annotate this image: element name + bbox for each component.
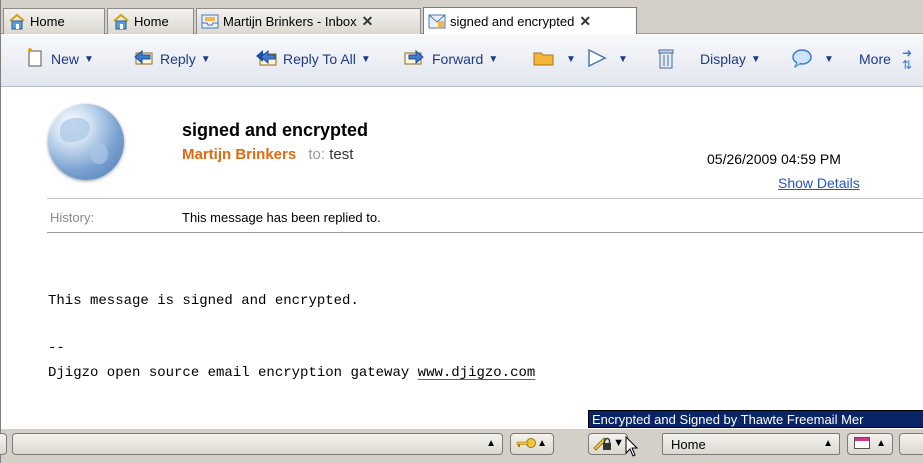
toolbar: New ▼ Reply ▼ Reply To All ▼ Forward ▼ ▼… <box>1 35 923 87</box>
forward-button[interactable]: Forward ▼ <box>404 47 498 71</box>
key-icon <box>515 437 537 452</box>
history-text: This message has been replied to. <box>182 210 381 225</box>
mouse-cursor-icon <box>625 436 639 457</box>
recipient-name[interactable]: test <box>329 146 353 163</box>
arrow-up-down-icon: ⇅ <box>902 58 913 72</box>
reply-all-label: Reply To All <box>283 51 356 67</box>
location-label: Home <box>671 436 706 452</box>
chevron-down-icon: ▼ <box>566 53 576 65</box>
signature-text: Djigzo open source email encryption gate… <box>48 365 418 381</box>
more-button[interactable]: More <box>859 47 891 71</box>
sender-avatar-globe <box>48 104 124 180</box>
reply-icon <box>132 49 154 70</box>
home-icon <box>112 13 130 30</box>
chevron-down-icon: ▼ <box>613 437 624 449</box>
sidebar-toggle[interactable]: ▲ <box>847 433 893 455</box>
message-subject: signed and encrypted <box>182 120 369 140</box>
arrow-up-icon: ▲ <box>823 438 833 449</box>
show-details-link[interactable]: Show Details <box>778 175 860 191</box>
chat-button[interactable]: ▼ <box>791 47 834 71</box>
display-button[interactable]: Display ▼ <box>700 47 761 71</box>
signature-line: Djigzo open source email encryption gate… <box>48 365 535 381</box>
panel-icon <box>854 436 870 452</box>
key-status[interactable]: ▲ <box>510 433 554 455</box>
signed-lock-icon <box>592 435 614 454</box>
arrow-up-icon: ▲ <box>537 438 547 449</box>
new-button[interactable]: New ▼ <box>25 47 94 71</box>
tab-label: Home <box>30 14 65 29</box>
folder-icon <box>533 49 555 70</box>
arrow-up-icon: ▲ <box>876 438 886 449</box>
more-label: More <box>859 51 891 67</box>
tab-bar: Home Home Martijn Brinkers - Inbox ✕ sig… <box>1 0 923 34</box>
mail-window: Home Home Martijn Brinkers - Inbox ✕ sig… <box>0 0 923 463</box>
scroll-arrows[interactable]: ➜ ⇅ <box>902 41 912 77</box>
chevron-down-icon: ▼ <box>618 53 628 65</box>
new-label: New <box>51 51 80 67</box>
forward-label: Forward <box>432 51 484 67</box>
reply-all-icon <box>255 49 277 70</box>
forward-icon <box>404 49 426 70</box>
message-date: 05/26/2009 04:59 PM <box>707 151 841 167</box>
security-status[interactable]: ▼ <box>588 433 628 455</box>
status-edge <box>0 433 7 455</box>
flag-icon <box>587 48 607 70</box>
tab-label: signed and encrypted <box>450 13 575 29</box>
reply-label: Reply <box>160 51 196 67</box>
inbox-icon <box>201 13 219 30</box>
tab-inbox[interactable]: Martijn Brinkers - Inbox ✕ <box>196 8 421 34</box>
tab-home-1[interactable]: Home <box>3 8 105 34</box>
tab-label: Home <box>134 14 169 29</box>
body-line: This message is signed and encrypted. <box>48 293 359 309</box>
chevron-down-icon: ▼ <box>488 53 499 65</box>
reply-button[interactable]: Reply ▼ <box>132 47 211 71</box>
move-folder-button[interactable]: ▼ <box>533 47 576 71</box>
close-icon[interactable]: ✕ <box>362 13 374 30</box>
new-document-icon <box>25 47 45 71</box>
divider <box>47 198 923 199</box>
display-label: Display <box>700 51 746 67</box>
tab-signed-and-encrypted[interactable]: signed and encrypted ✕ <box>423 7 637 34</box>
reply-all-button[interactable]: Reply To All ▼ <box>255 47 371 71</box>
security-tooltip: Encrypted and Signed by Thawte Freemail … <box>588 410 923 428</box>
chevron-down-icon: ▼ <box>84 53 94 65</box>
tab-home-2[interactable]: Home <box>107 8 194 34</box>
status-edge-right <box>899 433 923 455</box>
to-label: to: <box>308 146 326 163</box>
chevron-down-icon: ▼ <box>360 53 371 65</box>
message-icon <box>428 13 446 30</box>
signature-link[interactable]: www.djigzo.com <box>418 365 536 381</box>
status-field[interactable]: ▲ <box>12 433 503 455</box>
history-label: History: <box>50 210 95 225</box>
delete-button[interactable] <box>657 47 681 71</box>
chevron-down-icon: ▼ <box>750 53 761 65</box>
sender-name[interactable]: Martijn Brinkers <box>182 146 296 163</box>
message-from-line: Martijn Brinkers to: test <box>182 146 353 163</box>
trash-icon <box>657 47 675 72</box>
location-field[interactable]: Home ▲ <box>662 433 840 455</box>
signature-separator: -- <box>48 340 65 356</box>
chevron-down-icon: ▼ <box>200 53 211 65</box>
close-icon[interactable]: ✕ <box>579 13 591 30</box>
chevron-down-icon: ▼ <box>824 53 834 65</box>
flag-button[interactable]: ▼ <box>587 47 628 71</box>
tab-label: Martijn Brinkers - Inbox <box>223 14 357 29</box>
chat-bubble-icon <box>791 48 813 71</box>
arrow-up-icon: ▲ <box>486 438 496 449</box>
divider <box>47 232 923 233</box>
status-bar: ▲ ▲ ▼ Home ▲ ▲ <box>0 428 923 463</box>
home-icon <box>8 13 26 30</box>
